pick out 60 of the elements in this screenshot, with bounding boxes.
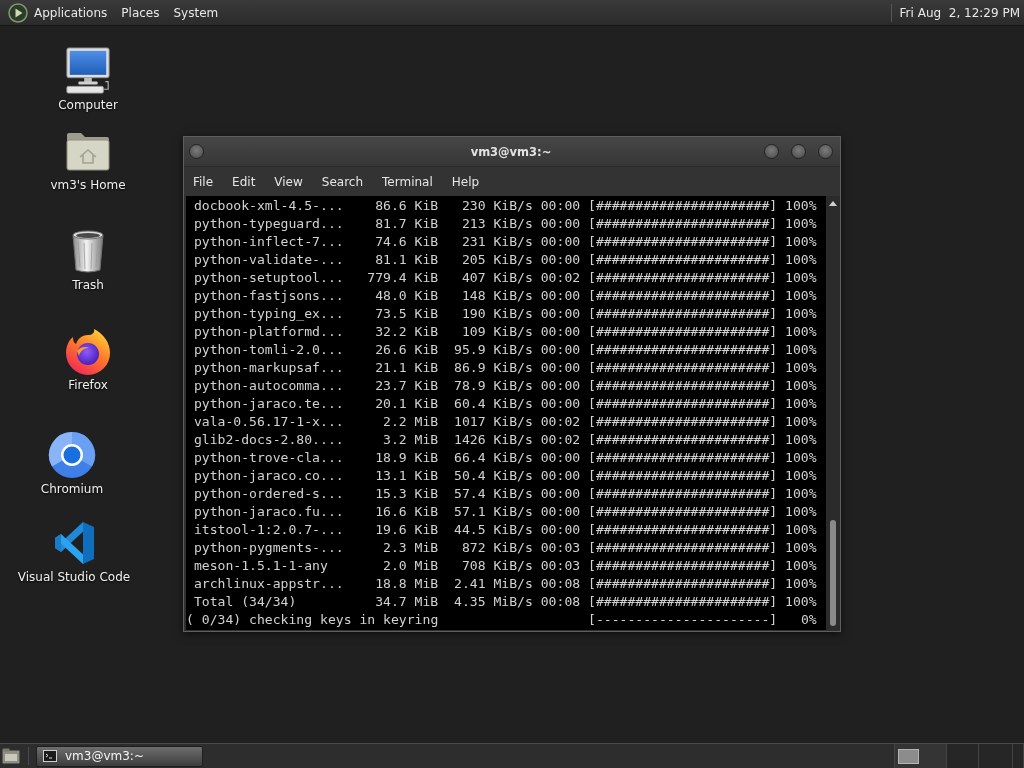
workspace-cell[interactable]	[947, 744, 979, 768]
terminal-line: python-fastjsons... 48.0 KiB 148 KiB/s 00:00 [######################] 100%	[193, 287, 817, 305]
main-menu-icon[interactable]	[8, 2, 28, 23]
desktop-icon-label[interactable]: Trash	[72, 277, 104, 293]
terminal-line: python-validate-... 81.1 KiB 205 KiB/s 00:00 [######################] 100%	[193, 251, 817, 269]
scrollbar-thumb[interactable]	[830, 520, 836, 626]
terminal-line: vala-0.56.17-1-x... 2.2 MiB 1017 KiB/s 00:02 [######################] 100%	[193, 413, 817, 431]
terminal-line: itstool-1:2.0.7-... 19.6 KiB 44.5 KiB/s 00:00 [######################] 100%	[193, 521, 817, 539]
terminal-line: python-markupsaf... 21.1 KiB 86.9 KiB/s 00:00 [######################] 100%	[193, 359, 817, 377]
terminal-line: python-ordered-s... 15.3 KiB 57.4 KiB/s 00:00 [######################] 100%	[193, 485, 817, 503]
terminal-line: ( 0/34) checking keys in keyring [----------------------] 0%	[186, 611, 817, 629]
menu-item[interactable]: Terminal	[373, 171, 442, 192]
menu-item[interactable]: View	[265, 171, 312, 192]
terminal-line: meson-1.5.1-1-any 2.0 MiB 708 KiB/s 00:03 [######################] 100%	[193, 557, 817, 575]
panel-clock[interactable]: Fri Aug 2, 12:29 PM	[899, 5, 1024, 20]
desktop-icon-label[interactable]: Chromium	[40, 481, 104, 497]
desktop-icon-label[interactable]: vm3's Home	[50, 177, 126, 193]
window-title: vm3@vm3:~	[470, 144, 552, 159]
terminal-line: python-tomli-2.0... 26.6 KiB 95.9 KiB/s 00:00 [######################] 100%	[193, 341, 817, 359]
terminal-line: python-jaraco.fu... 16.6 KiB 57.1 KiB/s 00:00 [######################] 100%	[193, 503, 817, 521]
terminal-line: archlinux-appstr... 18.8 MiB 2.41 MiB/s 00:08 [######################] 100%	[193, 575, 817, 593]
window-menu-button[interactable]	[189, 144, 204, 159]
firefox-icon[interactable]	[64, 327, 112, 375]
desktop-icon-label[interactable]: Visual Studio Code	[17, 569, 131, 585]
taskbar-button[interactable]: vm3@vm3:~	[36, 745, 203, 767]
panel-menu[interactable]: Applications	[28, 2, 115, 23]
workspace-cell[interactable]	[1013, 744, 1024, 768]
terminal-line: python-autocomma... 23.7 KiB 78.9 KiB/s 00:00 [######################] 100%	[193, 377, 817, 395]
computer-icon[interactable]	[63, 47, 113, 95]
terminal-line: python-trove-cla... 18.9 KiB 66.4 KiB/s 00:00 [######################] 100%	[193, 449, 817, 467]
menu-item[interactable]: Help	[442, 171, 489, 192]
terminal-line: python-inflect-7... 74.6 KiB 231 KiB/s 00:00 [######################] 100%	[193, 233, 817, 251]
scrollbar[interactable]	[826, 196, 840, 630]
terminal-icon	[43, 750, 57, 762]
terminal-line: Total (34/34) 34.7 MiB 4.35 MiB/s 00:08 [######################] 100%	[193, 593, 817, 611]
menu-item[interactable]: Edit	[223, 171, 265, 192]
workspace-cell[interactable]	[979, 744, 1013, 768]
terminal-line: python-setuptool... 779.4 KiB 407 KiB/s 00:02 [######################] 100%	[193, 269, 817, 287]
menu-item[interactable]: Search	[312, 171, 373, 192]
terminal-line: python-jaraco.co... 13.1 KiB 50.4 KiB/s 00:00 [######################] 100%	[193, 467, 817, 485]
scroll-up-arrow-icon[interactable]	[829, 201, 837, 206]
desktop-icon-label[interactable]: Firefox	[68, 377, 108, 393]
terminal-line: python-platformd... 32.2 KiB 109 KiB/s 00:00 [######################] 100%	[193, 323, 817, 341]
terminal-line: python-typeguard... 81.7 KiB 213 KiB/s 00:00 [######################] 100%	[193, 215, 817, 233]
terminal-line: glib2-docs-2.80.... 3.2 MiB 1426 KiB/s 00:02 [######################] 100%	[193, 431, 817, 449]
close-button[interactable]	[818, 144, 833, 159]
panel-menu[interactable]: System	[166, 2, 226, 23]
menu-item[interactable]: File	[184, 171, 223, 192]
terminal-line: docbook-xml-4.5-... 86.6 KiB 230 KiB/s 00:00 [######################] 100%	[193, 197, 817, 215]
minimize-button[interactable]	[764, 144, 779, 159]
window-titlebar[interactable]: vm3@vm3:~	[184, 137, 840, 167]
show-desktop-icon[interactable]	[2, 748, 20, 764]
terminal-line: python-typing_ex... 73.5 KiB 190 KiB/s 00:00 [######################] 100%	[193, 305, 817, 323]
maximize-button[interactable]	[791, 144, 806, 159]
terminal-line: python-pygments-... 2.3 MiB 872 KiB/s 00:03 [######################] 100%	[193, 539, 817, 557]
chromium-icon[interactable]	[48, 431, 96, 479]
workspace-cell[interactable]	[895, 744, 947, 768]
panel-menu[interactable]: Places	[114, 2, 167, 23]
terminal-line: python-jaraco.te... 20.1 KiB 60.4 KiB/s 00:00 [######################] 100%	[193, 395, 817, 413]
desktop-icon-label[interactable]: Computer	[58, 97, 118, 113]
